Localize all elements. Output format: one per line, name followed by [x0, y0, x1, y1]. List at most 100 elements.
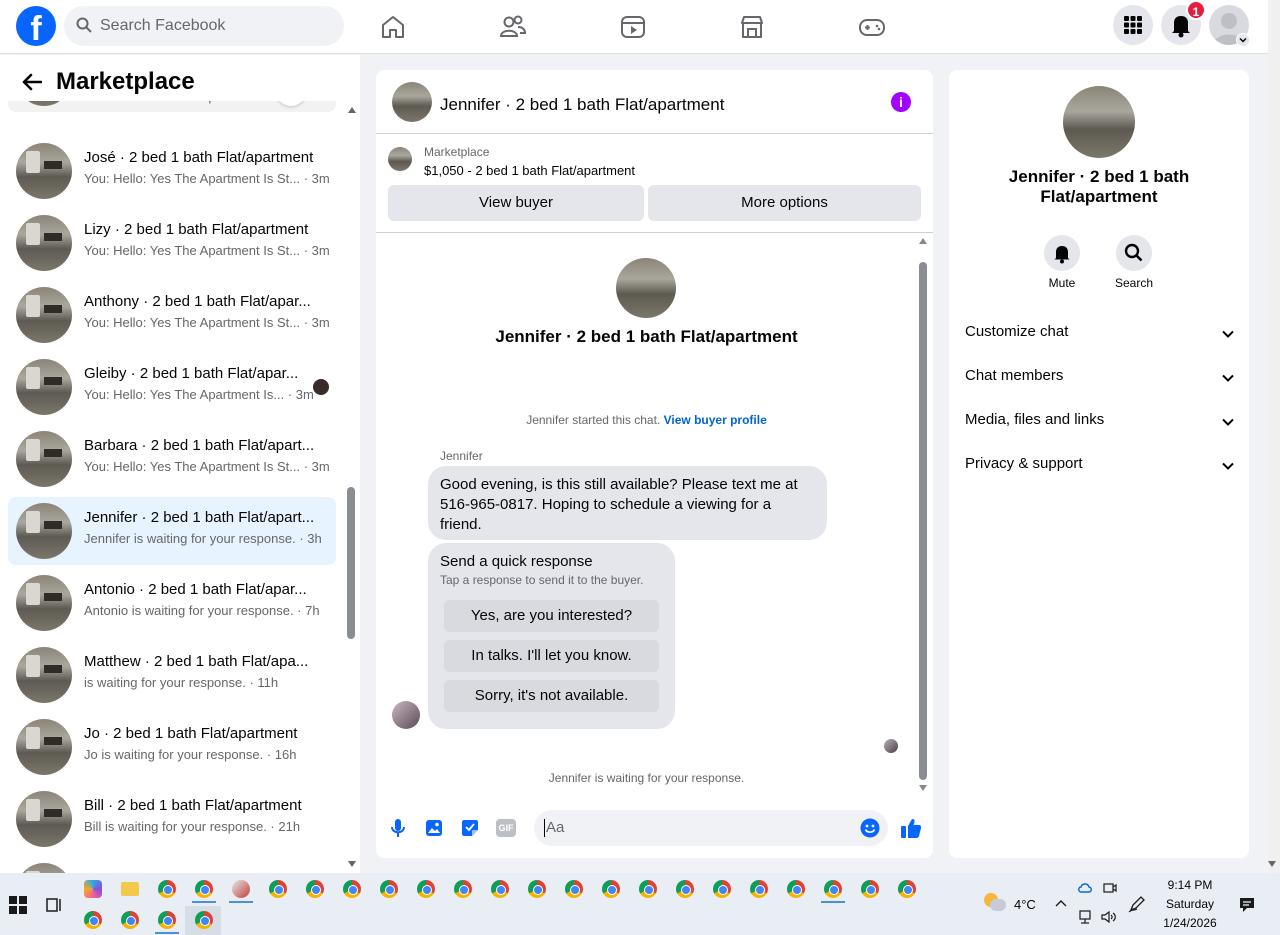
scroll-down-arrow[interactable] — [348, 861, 356, 867]
chrome-icon[interactable] — [639, 880, 657, 898]
chrome-icon[interactable] — [306, 880, 324, 898]
view-buyer-profile-link[interactable]: View buyer profile — [664, 413, 767, 427]
chrome-icon[interactable] — [713, 880, 731, 898]
chrome-icon[interactable] — [750, 880, 768, 898]
chrome-icon[interactable] — [861, 880, 879, 898]
message-input[interactable]: Aa — [534, 810, 888, 846]
thumbs-up-icon[interactable] — [900, 817, 922, 839]
chat-members-section[interactable]: Chat members — [965, 367, 1235, 391]
emoji-icon[interactable] — [860, 818, 880, 838]
chrome-icon[interactable] — [491, 880, 509, 898]
task-view-icon[interactable] — [45, 896, 63, 914]
chrome-icon[interactable] — [454, 880, 472, 898]
chrome-icon[interactable] — [269, 880, 287, 898]
video-icon[interactable] — [618, 12, 648, 42]
listing-price[interactable]: $1,050 - 2 bed 1 bath Flat/apartment — [424, 163, 635, 178]
conversation-item-selected[interactable]: Jennifer · 2 bed 1 bath Flat/apart... Jen… — [8, 497, 336, 565]
chrome-icon[interactable] — [380, 880, 398, 898]
conversation-item[interactable]: Barbara · 2 bed 1 bath Flat/apart... You:… — [8, 425, 336, 493]
friends-icon[interactable] — [498, 12, 528, 42]
sender-avatar[interactable] — [392, 701, 420, 729]
mute-button[interactable] — [1044, 235, 1080, 271]
back-arrow-icon[interactable] — [22, 73, 42, 91]
home-icon[interactable] — [378, 12, 408, 42]
gif-icon[interactable]: GIF — [496, 819, 516, 837]
chrome-icon[interactable] — [417, 880, 435, 898]
app-icon[interactable] — [232, 880, 250, 898]
scroll-up-arrow[interactable] — [348, 107, 356, 113]
scroll-down-arrow[interactable] — [1268, 861, 1276, 867]
chrome-icon[interactable] — [158, 911, 176, 929]
menu-button[interactable] — [1113, 5, 1153, 45]
chrome-icon[interactable] — [824, 880, 842, 898]
clock-date[interactable]: 1/24/2026 — [1150, 916, 1230, 930]
info-icon[interactable]: i — [891, 92, 911, 112]
network-icon[interactable] — [1078, 910, 1094, 924]
conversation-item[interactable]: Lizy · 2 bed 1 bath Flat/apartment You: H… — [8, 209, 336, 277]
photo-icon[interactable] — [424, 818, 444, 838]
camera-icon[interactable] — [1103, 881, 1117, 895]
clock-day[interactable]: Saturday — [1150, 897, 1230, 911]
conversation-item[interactable] — [8, 857, 336, 873]
pen-icon[interactable] — [1128, 895, 1146, 913]
conversation-item[interactable]: José · 2 bed 1 bath Flat/apartment You: H… — [8, 137, 336, 205]
more-options-button[interactable]: More options — [648, 185, 921, 221]
microphone-icon[interactable] — [390, 818, 406, 838]
chrome-icon[interactable] — [195, 880, 213, 898]
chrome-icon[interactable] — [602, 880, 620, 898]
conversation-item[interactable]: Gleiby · 2 bed 1 bath Flat/apar... You: H… — [8, 353, 336, 421]
gaming-icon[interactable] — [857, 12, 887, 42]
file-explorer-icon[interactable] — [121, 882, 139, 896]
sticker-icon[interactable] — [460, 818, 480, 838]
search-facebook-input[interactable]: Search Facebook — [64, 6, 344, 46]
onedrive-cloud-icon[interactable] — [1077, 881, 1093, 893]
quick-reply-button[interactable]: Yes, are you interested? — [444, 600, 659, 632]
clock-time[interactable]: 9:14 PM — [1150, 878, 1230, 892]
copilot-icon[interactable] — [84, 880, 102, 898]
scroll-down-arrow[interactable] — [919, 785, 927, 791]
quick-reply-button[interactable]: Sorry, it's not available. — [444, 680, 659, 712]
chrome-icon[interactable] — [195, 911, 213, 929]
notifications-center-icon[interactable] — [1238, 896, 1256, 914]
buyer-profile-photo[interactable] — [616, 258, 676, 318]
view-buyer-button[interactable]: View buyer — [388, 185, 644, 221]
conversation-item[interactable]: Antonio · 2 bed 1 bath Flat/apar... Anton… — [8, 569, 336, 637]
mute-label: Mute — [1048, 276, 1076, 290]
page-scrollbar[interactable] — [1268, 0, 1280, 873]
customize-chat-section[interactable]: Customize chat — [965, 323, 1235, 347]
chat-title[interactable]: Jennifer · 2 bed 1 bath Flat/apartment — [440, 95, 724, 115]
scroll-up-arrow[interactable] — [919, 238, 927, 244]
chrome-icon[interactable] — [158, 880, 176, 898]
facebook-logo[interactable]: f — [16, 6, 56, 46]
chrome-icon[interactable] — [898, 880, 916, 898]
search-conversation-button[interactable] — [1116, 235, 1152, 271]
chrome-icon[interactable] — [121, 911, 139, 929]
account-dropdown[interactable] — [1236, 33, 1250, 47]
conversation-name: Antonio · 2 bed 1 bath Flat/apar... — [84, 581, 307, 598]
marketplace-icon[interactable] — [737, 12, 767, 42]
weather-icon[interactable] — [984, 893, 1006, 913]
volume-icon[interactable] — [1101, 911, 1117, 923]
conversation-item[interactable]: Jo · 2 bed 1 bath Flat/apartment Jo is wa… — [8, 713, 336, 781]
conversation-item[interactable]: Anthony · 2 bed 1 bath Flat/apar... You: … — [8, 281, 336, 349]
conversation-item[interactable]: Bill · 2 bed 1 bath Flat/apartment Bill i… — [8, 785, 336, 853]
chrome-icon[interactable] — [84, 911, 102, 929]
buyer-large-avatar[interactable] — [1063, 86, 1135, 158]
quick-reply-button[interactable]: In talks. I'll let you know. — [444, 640, 659, 672]
buyer-avatar[interactable] — [392, 82, 432, 122]
chrome-icon[interactable] — [528, 880, 546, 898]
media-files-links-section[interactable]: Media, files and links — [965, 411, 1235, 435]
chevron-up-icon[interactable] — [1055, 899, 1067, 907]
chrome-icon[interactable] — [787, 880, 805, 898]
chat-scrollbar-thumb[interactable] — [919, 262, 927, 780]
chrome-icon[interactable] — [343, 880, 361, 898]
weather-temperature[interactable]: 4°C — [1014, 897, 1036, 912]
conversation-item[interactable]: Matthew · 2 bed 1 bath Flat/apa... is wai… — [8, 641, 336, 709]
windows-start-icon[interactable] — [9, 896, 27, 914]
sidebar-scrollbar-thumb[interactable] — [347, 487, 355, 639]
privacy-support-section[interactable]: Privacy & support — [965, 455, 1235, 479]
chrome-icon[interactable] — [565, 880, 583, 898]
chrome-icon[interactable] — [676, 880, 694, 898]
section-label: Privacy & support — [965, 455, 1083, 472]
message-bubble[interactable]: Good evening, is this still available? P… — [428, 466, 827, 540]
